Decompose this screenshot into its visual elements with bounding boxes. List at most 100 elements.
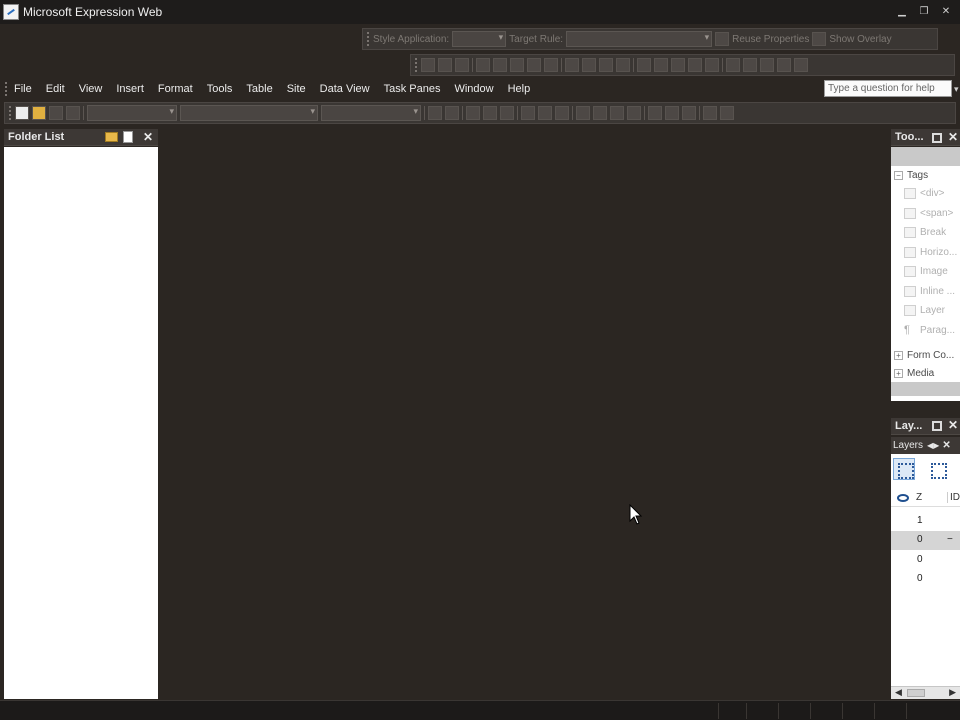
toolbar-button[interactable] bbox=[493, 58, 507, 72]
tag-horizontal-line[interactable]: Horizo... bbox=[891, 243, 960, 263]
layer-row[interactable]: 0 bbox=[891, 570, 960, 589]
outdent-icon[interactable] bbox=[610, 106, 624, 120]
toolbar-button[interactable] bbox=[705, 58, 719, 72]
editor-workspace[interactable] bbox=[160, 126, 888, 700]
toolbar-button[interactable] bbox=[743, 58, 757, 72]
style-select[interactable] bbox=[87, 105, 177, 121]
menu-grip-icon[interactable] bbox=[5, 82, 8, 96]
menu-edit[interactable]: Edit bbox=[46, 83, 65, 95]
new-folder-icon[interactable] bbox=[105, 132, 118, 142]
font-family-select[interactable] bbox=[180, 105, 318, 121]
toolbar-button[interactable] bbox=[616, 58, 630, 72]
tag-div[interactable]: <div> bbox=[891, 184, 960, 204]
new-page-icon[interactable] bbox=[15, 106, 29, 120]
menu-format[interactable]: Format bbox=[158, 83, 193, 95]
tag-span[interactable]: <span> bbox=[891, 204, 960, 224]
toolbar-button[interactable] bbox=[476, 58, 490, 72]
tags-group[interactable]: − Tags bbox=[891, 166, 960, 184]
toolbar-grip-icon[interactable] bbox=[9, 106, 12, 120]
toolbar-button[interactable] bbox=[544, 58, 558, 72]
font-color-icon[interactable] bbox=[682, 106, 696, 120]
bold-icon[interactable] bbox=[466, 106, 480, 120]
menu-table[interactable]: Table bbox=[246, 83, 272, 95]
align-right-icon[interactable] bbox=[555, 106, 569, 120]
menu-window[interactable]: Window bbox=[454, 83, 493, 95]
toolbar-button[interactable] bbox=[599, 58, 613, 72]
new-page-icon[interactable] bbox=[123, 131, 133, 143]
scroll-thumb[interactable] bbox=[907, 689, 925, 697]
toolbar-button[interactable] bbox=[637, 58, 651, 72]
tab-scroll-right-icon[interactable]: ▶ bbox=[933, 441, 939, 450]
toolbar-button[interactable] bbox=[438, 58, 452, 72]
maximize-button[interactable]: ❐ bbox=[916, 5, 932, 19]
undo-icon[interactable] bbox=[428, 106, 442, 120]
z-column-header[interactable]: Z bbox=[916, 492, 922, 503]
toolbar-button[interactable] bbox=[654, 58, 668, 72]
toolbar-button[interactable] bbox=[510, 58, 524, 72]
toolbar-button[interactable] bbox=[527, 58, 541, 72]
numbered-list-icon[interactable] bbox=[576, 106, 590, 120]
menu-help[interactable]: Help bbox=[508, 83, 531, 95]
preview-icon[interactable] bbox=[66, 106, 80, 120]
align-left-icon[interactable] bbox=[521, 106, 535, 120]
close-icon[interactable]: ✕ bbox=[143, 130, 153, 144]
redo-icon[interactable] bbox=[445, 106, 459, 120]
close-icon[interactable]: ✕ bbox=[948, 130, 958, 144]
tag-inline-frame[interactable]: Inline ... bbox=[891, 282, 960, 302]
minimize-button[interactable]: ▁ bbox=[894, 5, 910, 19]
reuse-properties-button[interactable]: Reuse Properties bbox=[732, 34, 809, 45]
show-overlay-button[interactable]: Show Overlay bbox=[829, 34, 891, 45]
underline-icon[interactable] bbox=[500, 106, 514, 120]
toolbar-grip-icon[interactable] bbox=[415, 58, 418, 72]
toolbar-button[interactable] bbox=[726, 58, 740, 72]
toolbar-button[interactable] bbox=[688, 58, 702, 72]
font-size-select[interactable] bbox=[321, 105, 421, 121]
toolbar-grip-icon[interactable] bbox=[367, 32, 370, 46]
layer-row[interactable]: 1 bbox=[891, 512, 960, 531]
tab-layers[interactable]: Layers bbox=[893, 440, 923, 451]
scroll-left-icon[interactable]: ◀ bbox=[895, 687, 902, 698]
menu-insert[interactable]: Insert bbox=[116, 83, 144, 95]
style-application-select[interactable] bbox=[452, 31, 507, 47]
save-icon[interactable] bbox=[49, 106, 63, 120]
expand-icon[interactable]: + bbox=[894, 350, 903, 360]
menu-file[interactable]: File bbox=[14, 83, 32, 95]
tag-image[interactable]: Image bbox=[891, 262, 960, 282]
restore-icon[interactable] bbox=[932, 133, 942, 143]
restore-icon[interactable] bbox=[932, 421, 942, 431]
toolbar-button[interactable] bbox=[582, 58, 596, 72]
toolbar-button[interactable] bbox=[794, 58, 808, 72]
toolbar-button[interactable] bbox=[760, 58, 774, 72]
folder-list-pane[interactable] bbox=[4, 147, 158, 699]
close-window-button[interactable]: ✕ bbox=[938, 5, 954, 19]
form-controls-group[interactable]: + Form Co... bbox=[891, 346, 960, 364]
toolbar-button[interactable] bbox=[565, 58, 579, 72]
tag-paragraph[interactable]: ¶ Parag... bbox=[891, 321, 960, 341]
toolbar-button[interactable] bbox=[720, 106, 734, 120]
toolbar-button[interactable] bbox=[777, 58, 791, 72]
menu-task-panes[interactable]: Task Panes bbox=[384, 83, 441, 95]
tag-layer[interactable]: Layer bbox=[891, 301, 960, 321]
borders-icon[interactable] bbox=[648, 106, 662, 120]
toolbar-button[interactable] bbox=[671, 58, 685, 72]
collapse-icon[interactable]: − bbox=[894, 170, 903, 180]
menu-site[interactable]: Site bbox=[287, 83, 306, 95]
target-rule-select[interactable] bbox=[566, 31, 713, 47]
horizontal-scrollbar[interactable]: ◀ ▶ bbox=[891, 686, 960, 699]
toolbar-button[interactable] bbox=[421, 58, 435, 72]
menu-data-view[interactable]: Data View bbox=[320, 83, 370, 95]
scroll-right-icon[interactable]: ▶ bbox=[949, 687, 956, 698]
indent-icon[interactable] bbox=[627, 106, 641, 120]
layer-row[interactable]: 0 bbox=[891, 551, 960, 570]
tag-break[interactable]: Break bbox=[891, 223, 960, 243]
toolbar-button[interactable] bbox=[455, 58, 469, 72]
menu-view[interactable]: View bbox=[79, 83, 103, 95]
align-center-icon[interactable] bbox=[538, 106, 552, 120]
menu-tools[interactable]: Tools bbox=[207, 83, 233, 95]
media-group[interactable]: + Media bbox=[891, 364, 960, 382]
help-search-input[interactable]: Type a question for help bbox=[824, 80, 952, 97]
italic-icon[interactable] bbox=[483, 106, 497, 120]
layer-row[interactable]: 0 − bbox=[891, 531, 960, 550]
draw-layer-icon[interactable] bbox=[926, 458, 948, 480]
highlight-icon[interactable] bbox=[665, 106, 679, 120]
